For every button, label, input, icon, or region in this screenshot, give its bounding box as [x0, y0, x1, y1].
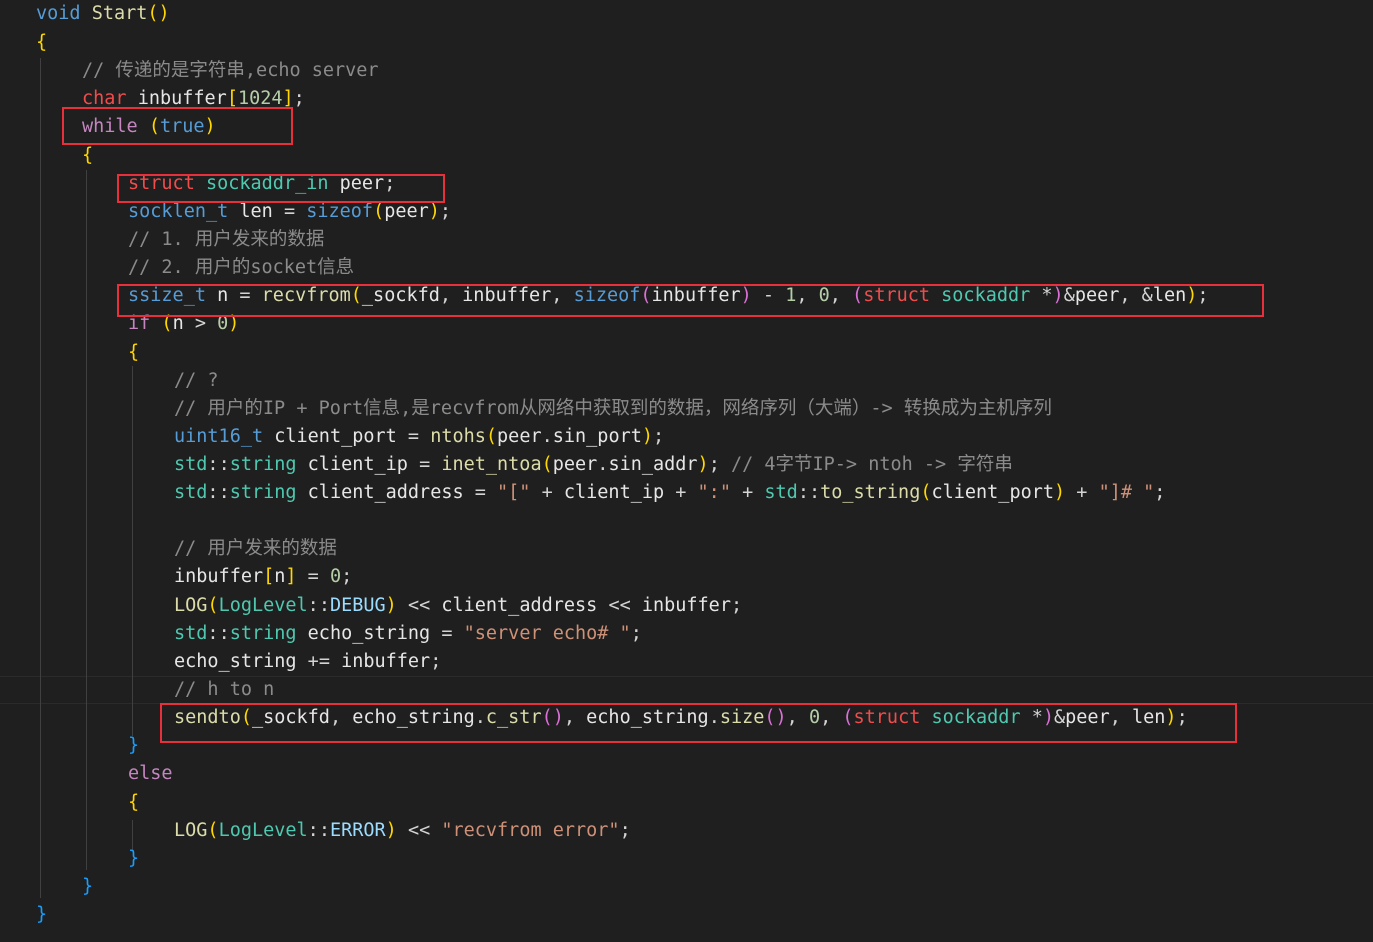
code-line-25: // h to n: [174, 679, 275, 700]
code-line-28: else: [128, 763, 173, 784]
highlight-box-sendto: [160, 703, 1237, 743]
code-line-32: }: [82, 876, 94, 897]
code-line-10: // 2. 用户的socket信息: [128, 257, 355, 278]
code-line-31: }: [128, 848, 140, 869]
code-line-23: std::string echo_string = "server echo# …: [174, 623, 642, 644]
code-line-3: // 传递的是字符串,echo server: [82, 60, 379, 81]
code-line-27: }: [128, 735, 140, 756]
indent-guide: [86, 170, 87, 870]
code-line-15: // 用户的IP + Port信息,是recvfrom从网络中获取到的数据，网络…: [174, 398, 1052, 419]
code-editor[interactable]: void Start(){// 传递的是字符串,echo server char …: [0, 0, 1373, 942]
code-line-1: void Start(): [36, 3, 170, 24]
code-line-24: echo_string += inbuffer;: [174, 651, 442, 672]
code-line-9: // 1. 用户发来的数据: [128, 229, 325, 250]
highlight-box-while: [62, 107, 293, 145]
indent-guide: [132, 366, 133, 736]
code-line-13: {: [128, 342, 140, 363]
code-line-29: {: [128, 792, 140, 813]
code-line-16: uint16_t client_port = ntohs(peer.sin_po…: [174, 426, 665, 447]
highlight-box-recvfrom: [117, 284, 1264, 317]
code-line-20: // 用户发来的数据: [174, 538, 337, 559]
code-line-17: std::string client_ip = inet_ntoa(peer.s…: [174, 454, 1013, 475]
code-line-30: LOG(LogLevel::ERROR) << "recvfrom error"…: [174, 820, 631, 841]
code-line-22: LOG(LogLevel::DEBUG) << client_address <…: [174, 595, 743, 616]
code-line-33: }: [36, 904, 48, 925]
code-line-6: {: [82, 145, 94, 166]
code-line-2: {: [36, 32, 48, 53]
code-line-21: inbuffer[n] = 0;: [174, 566, 353, 587]
code-line-18: std::string client_address = "[" + clien…: [174, 482, 1166, 503]
code-line-14: // ?: [174, 370, 219, 391]
highlight-box-peer: [117, 174, 445, 203]
indent-guide: [40, 58, 41, 898]
